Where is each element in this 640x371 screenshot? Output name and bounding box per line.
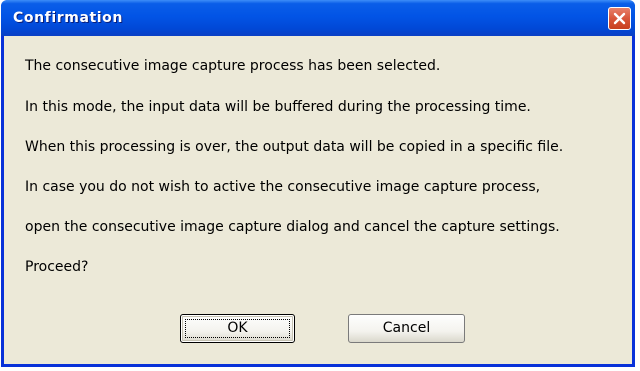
dialog-title: Confirmation	[13, 10, 123, 26]
proceed-prompt: Proceed?	[25, 259, 89, 275]
title-bar[interactable]: Confirmation	[1, 0, 635, 36]
message-line-3: When this processing is over, the output…	[25, 139, 564, 155]
confirmation-dialog: Confirmation The consecutive image captu…	[1, 0, 635, 367]
dialog-body: The consecutive image capture process ha…	[4, 36, 632, 364]
message-line-1: The consecutive image capture process ha…	[25, 58, 441, 74]
message-line-5: open the consecutive image capture dialo…	[25, 219, 560, 235]
message-line-2: In this mode, the input data will be buf…	[25, 99, 531, 115]
close-button[interactable]	[608, 7, 631, 30]
message-line-4: In case you do not wish to active the co…	[25, 179, 541, 195]
ok-button[interactable]: OK	[180, 314, 295, 343]
focus-rectangle	[185, 319, 290, 338]
cancel-button[interactable]: Cancel	[348, 314, 465, 343]
cancel-button-label: Cancel	[382, 320, 431, 336]
close-icon	[613, 12, 626, 25]
